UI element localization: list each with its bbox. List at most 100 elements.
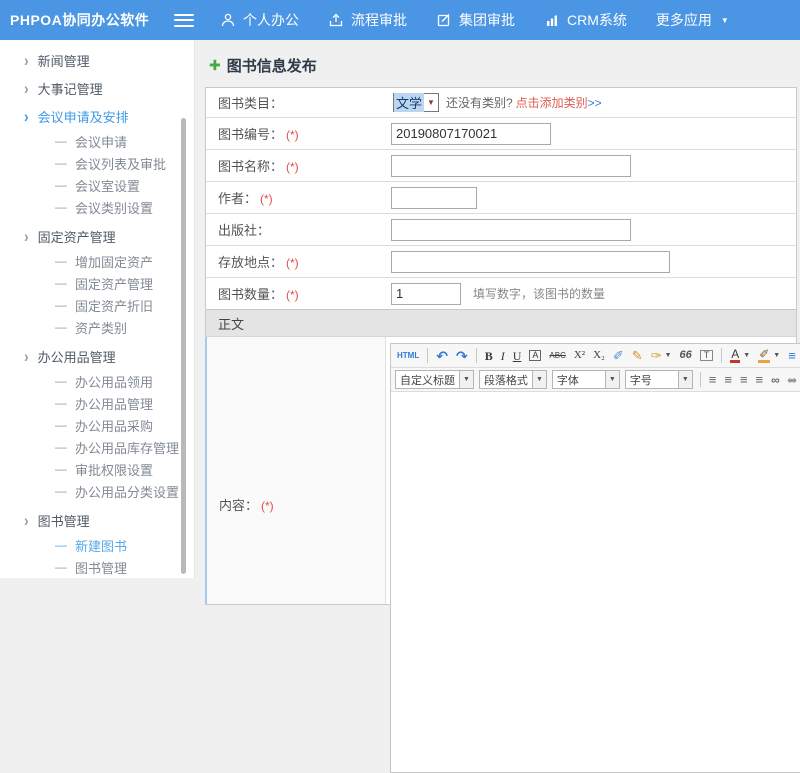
sidebar-scrollbar[interactable]: [181, 118, 186, 574]
sidebar-item-办公用品采购[interactable]: —办公用品采购: [0, 414, 194, 436]
toolbar-separator: [721, 348, 722, 363]
top-nav: 个人办公 流程审批 集团审批 CRM系统 更多应用▼: [220, 10, 758, 30]
sidebar-item-审批权限设置[interactable]: —审批权限设置: [0, 458, 194, 480]
sidebar-item-新建图书[interactable]: —新建图书: [0, 534, 194, 556]
nav-process-approval[interactable]: 流程审批: [328, 10, 407, 30]
html-source-icon[interactable]: HTML: [394, 346, 422, 365]
sidebar-item-固定资产管理[interactable]: —固定资产管理: [0, 272, 194, 294]
sidebar-item-资产类别[interactable]: —资产类别: [0, 316, 194, 338]
align-left-icon[interactable]: ≡: [706, 370, 720, 389]
align-justify-icon[interactable]: ≡: [753, 370, 767, 389]
nav-personal-office[interactable]: 个人办公: [220, 10, 299, 30]
paragraph-format-select[interactable]: 段落格式▼: [479, 370, 547, 389]
editor-content[interactable]: [391, 392, 800, 772]
book-no-input[interactable]: [391, 123, 551, 145]
nav-crm-system[interactable]: CRM系统: [544, 10, 627, 30]
book-name-label: 图书名称：: [218, 159, 283, 174]
sidebar-item-label: 固定资产管理: [75, 274, 153, 293]
sidebar-item-label: 办公用品领用: [75, 372, 153, 391]
location-label: 存放地点：: [218, 255, 283, 270]
formatmatch-icon[interactable]: ✑▼: [648, 346, 675, 365]
link-icon[interactable]: ∞: [768, 370, 783, 389]
align-center-icon[interactable]: ≡: [721, 370, 735, 389]
ordered-list-icon[interactable]: ≡▼: [785, 346, 800, 365]
category-select[interactable]: 文学 ▼: [393, 93, 439, 112]
sidebar-item-label: 固定资产管理: [38, 227, 116, 246]
menu-icon[interactable]: [174, 14, 194, 27]
dash-icon: —: [55, 156, 67, 170]
sidebar-item-图书管理[interactable]: —图书管理: [0, 556, 194, 578]
sidebar-item-办公用品库存管理[interactable]: —办公用品库存管理: [0, 436, 194, 458]
undo-icon[interactable]: ↶: [433, 346, 451, 365]
nav-more-apps[interactable]: 更多应用▼: [656, 10, 729, 30]
dash-icon: —: [55, 254, 67, 268]
sidebar-item-新闻管理[interactable]: ›新闻管理: [0, 46, 194, 74]
editor-toolbar-row1: HTML↶↷BIUAABCX²X₂✐✎✑▼66TA▼✐▼≡▼≡▼: [391, 344, 800, 368]
publisher-input[interactable]: [391, 219, 631, 241]
align-right-icon[interactable]: ≡: [737, 370, 751, 389]
unlink-icon[interactable]: ∞: [785, 370, 800, 389]
sidebar-item-办公用品领用[interactable]: — 办公用品领用: [0, 370, 194, 392]
sidebar-item-图书管理[interactable]: ›图书管理: [0, 506, 194, 534]
app-logo: PHPOA协同办公软件: [0, 10, 162, 30]
quantity-input[interactable]: [391, 283, 461, 305]
sidebar-item-办公用品管理[interactable]: ›办公用品管理: [0, 342, 194, 370]
sidebar: ›新闻管理›大事记管理›会议申请及安排—会议申请—会议列表及审批—会议室设置—会…: [0, 40, 195, 578]
add-category-link[interactable]: 点击添加类别: [516, 94, 588, 111]
sidebar-item-增加固定资产[interactable]: — 增加固定资产: [0, 250, 194, 272]
superscript-icon[interactable]: X²: [571, 346, 588, 365]
body-section-bar: 正文: [206, 309, 796, 336]
blockquote-icon[interactable]: 66: [677, 346, 695, 365]
sidebar-item-label: 办公用品管理: [75, 394, 153, 413]
chevron-right-icon: ›: [24, 106, 29, 125]
custom-heading-select[interactable]: 自定义标题▼: [395, 370, 474, 389]
autotypeset-icon[interactable]: A: [526, 346, 544, 365]
body-section-label: 正文: [218, 314, 244, 333]
sidebar-item-办公用品管理[interactable]: —办公用品管理: [0, 392, 194, 414]
backcolor-icon[interactable]: ✐▼: [755, 346, 783, 365]
forecolor-icon[interactable]: A▼: [727, 346, 753, 365]
dash-icon: —: [55, 374, 67, 388]
bold-icon[interactable]: B: [482, 346, 496, 365]
sidebar-item-办公用品分类设置[interactable]: —办公用品分类设置: [0, 480, 194, 502]
book-name-input[interactable]: [391, 155, 631, 177]
chevron-right-icon: ›: [24, 346, 29, 365]
eraser-icon[interactable]: ✐: [610, 346, 627, 365]
author-input[interactable]: [391, 187, 477, 209]
nav-label: 个人办公: [243, 10, 299, 30]
sidebar-item-会议室设置[interactable]: —会议室设置: [0, 174, 194, 196]
toolbar-separator: [700, 372, 701, 387]
sidebar-item-会议列表及审批[interactable]: —会议列表及审批: [0, 152, 194, 174]
sidebar-item-label: 会议类别设置: [75, 198, 153, 217]
font-family-select[interactable]: 字体▼: [552, 370, 620, 389]
sidebar-item-大事记管理[interactable]: ›大事记管理: [0, 74, 194, 102]
underline-icon[interactable]: U: [510, 346, 525, 365]
select-value: 自定义标题: [396, 372, 459, 388]
sidebar-item-label: 审批权限设置: [75, 460, 153, 479]
book-form: 图书类目： 文学 ▼ 还没有类别? 点击添加类别 >> 图书编号：(*): [205, 87, 797, 605]
page-title: ✚ 图书信息发布: [195, 40, 800, 87]
subscript-icon[interactable]: X₂: [590, 346, 608, 365]
sidebar-item-label: 增加固定资产: [75, 252, 153, 271]
sidebar-item-label: 图书管理: [38, 511, 90, 530]
location-input[interactable]: [391, 251, 670, 273]
sidebar-item-会议类别设置[interactable]: —会议类别设置: [0, 196, 194, 218]
cleardoc-icon[interactable]: ✎: [629, 346, 646, 365]
form-row-location: 存放地点：(*): [206, 245, 796, 277]
sidebar-item-固定资产折旧[interactable]: —固定资产折旧: [0, 294, 194, 316]
font-size-select[interactable]: 字号▼: [625, 370, 693, 389]
person-icon: [220, 12, 236, 28]
dash-icon: —: [55, 320, 67, 334]
sidebar-item-label: 大事记管理: [38, 79, 103, 98]
add-category-link-arrows[interactable]: >>: [588, 96, 602, 110]
sidebar-item-会议申请[interactable]: —会议申请: [0, 130, 194, 152]
nav-group-approval[interactable]: 集团审批: [436, 10, 515, 30]
content-label: 内容：: [219, 498, 258, 513]
sidebar-menu: ›新闻管理›大事记管理›会议申请及安排—会议申请—会议列表及审批—会议室设置—会…: [0, 46, 194, 578]
redo-icon[interactable]: ↷: [453, 346, 471, 365]
italic-icon[interactable]: I: [498, 346, 508, 365]
sidebar-item-固定资产管理[interactable]: ›固定资产管理: [0, 222, 194, 250]
sidebar-item-会议申请及安排[interactable]: ›会议申请及安排: [0, 102, 194, 130]
pasteplain-icon[interactable]: T: [697, 346, 717, 365]
strikethrough-icon[interactable]: ABC: [546, 346, 568, 365]
